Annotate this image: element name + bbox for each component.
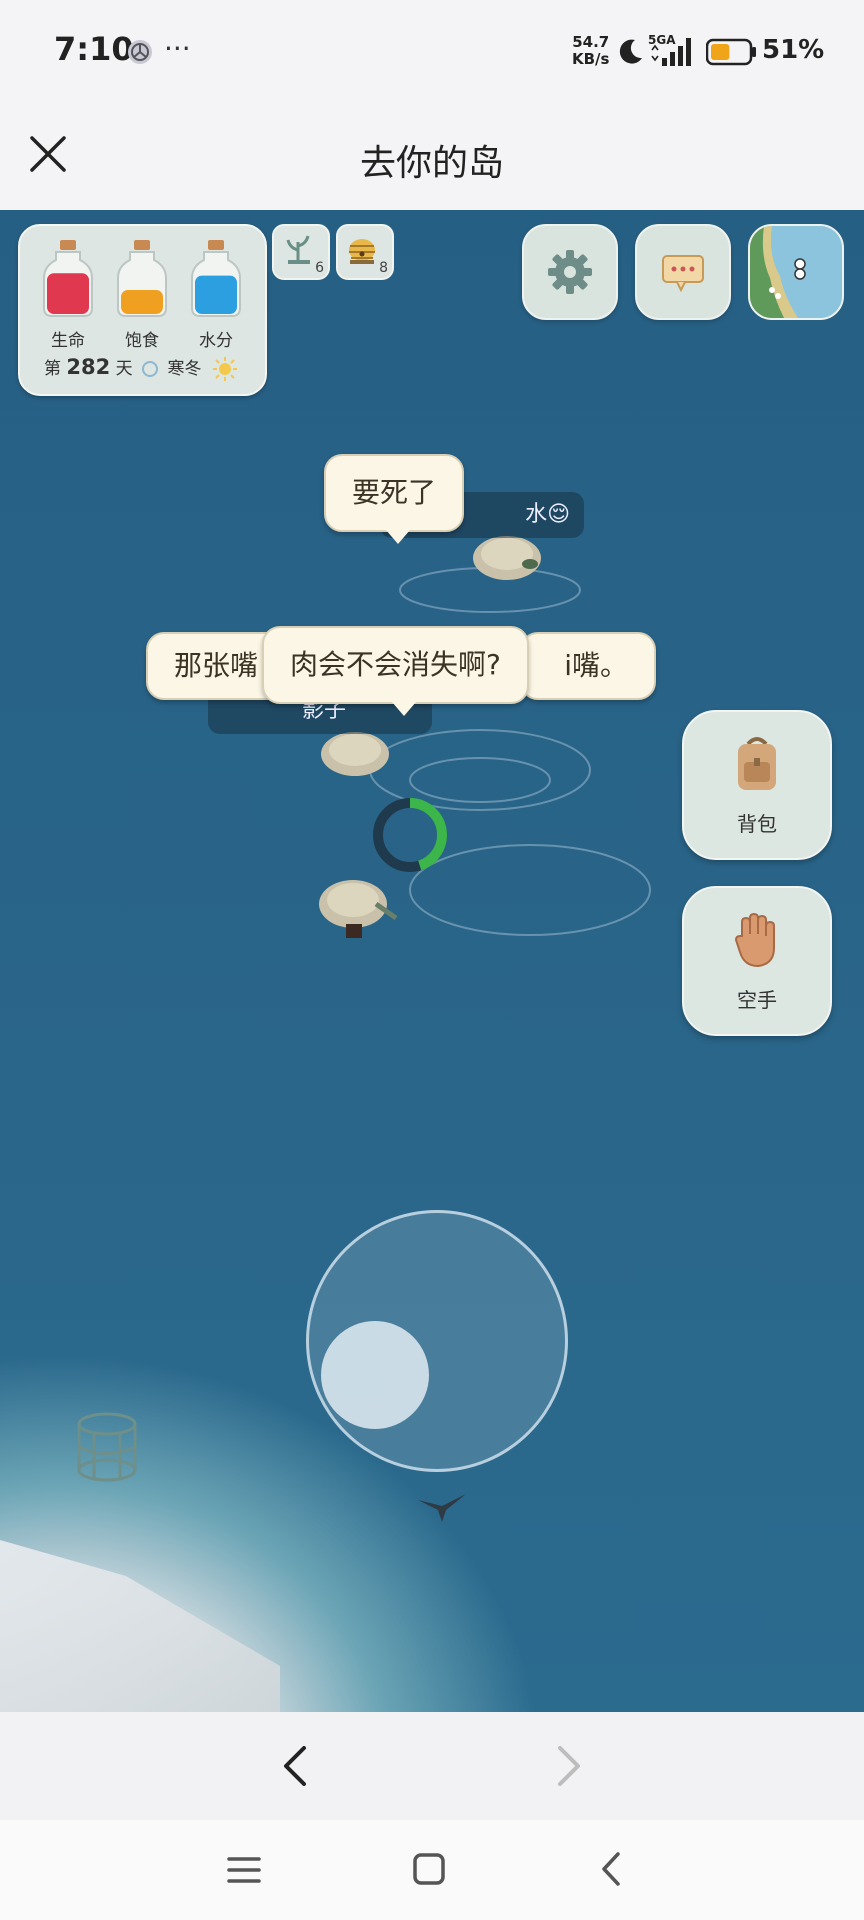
empty-hand-button[interactable]: 空手 (682, 886, 832, 1036)
season-dot-icon (142, 361, 159, 377)
net-speed: 54.7 KB/s (572, 33, 610, 68)
empty-hand-label: 空手 (737, 988, 777, 1012)
minimap-button[interactable] (748, 224, 844, 320)
joystick-knob[interactable] (321, 1321, 429, 1429)
sprout-badge[interactable]: 6 (272, 224, 330, 280)
action-progress-ring (373, 798, 447, 872)
home-icon[interactable] (412, 1852, 446, 1886)
moon-icon (619, 39, 642, 64)
back-arrow-icon[interactable] (278, 1744, 314, 1788)
battery-percent: 51% (762, 35, 825, 65)
beehive-badge[interactable]: 8 (336, 224, 394, 280)
speech-bubble-right: i嘴。 (520, 632, 656, 700)
svg-text:5GA: 5GA (648, 33, 676, 47)
bird-icon (418, 1494, 466, 1522)
snowy-shore (0, 1540, 280, 1712)
day-counter: 第 282 天 寒冬 (44, 354, 237, 381)
speech-bubble-top: 要死了 (324, 454, 465, 532)
status-bar: 7:10 ··· 54.7 KB/s 5GA 51% (0, 0, 864, 104)
hunger-label: 饱食 (125, 331, 159, 351)
minimap-icon (750, 226, 842, 318)
stats-panel: 生命 饱食 水分 第 282 天 寒冬 (18, 224, 267, 396)
backpack-icon (738, 737, 776, 790)
title-bar: 去你的岛 (0, 104, 864, 210)
water-bottle-icon (191, 240, 241, 317)
movement-joystick[interactable] (306, 1210, 568, 1472)
health-label: 生命 (51, 331, 85, 351)
forward-arrow-icon[interactable] (550, 1744, 586, 1788)
chat-icon (662, 255, 704, 293)
gear-icon (548, 250, 592, 294)
signal-icon: 5GA (648, 33, 691, 66)
battery-icon (706, 38, 756, 66)
sprout-count: 6 (315, 260, 324, 276)
more-notifications-icon: ··· (164, 32, 191, 65)
status-time: 7:10 (54, 30, 134, 68)
speech-bubble-center: 肉会不会消失啊? (262, 626, 529, 704)
player-self[interactable] (316, 874, 398, 938)
backpack-button[interactable]: 背包 (682, 710, 832, 860)
app-notification-icon (128, 40, 152, 64)
day-number: 282 (66, 355, 111, 379)
health-bottle-icon (43, 240, 93, 317)
hand-icon (734, 912, 775, 968)
speech-bubble-center-tail (392, 702, 416, 716)
hunger-bottle-icon (117, 240, 167, 317)
backpack-label: 背包 (737, 812, 777, 836)
speech-bubble-top-tail (386, 530, 410, 544)
chat-button[interactable] (635, 224, 731, 320)
beehive-count: 8 (379, 260, 388, 276)
fish-trap-icon[interactable] (74, 1410, 140, 1484)
system-back-icon[interactable] (596, 1850, 626, 1888)
settings-button[interactable] (522, 224, 618, 320)
season-label: 寒冬 (167, 359, 202, 379)
menu-icon[interactable] (226, 1854, 262, 1886)
browser-nav-bar (0, 1712, 864, 1820)
page-title: 去你的岛 (359, 143, 504, 184)
system-nav-bar (0, 1820, 864, 1920)
game-canvas[interactable]: 生命 饱食 水分 第 282 天 寒冬 6 8 水😌 影子 那张嘴 i嘴。 肉会… (0, 210, 864, 1712)
sun-icon (212, 357, 237, 381)
water-label: 水分 (199, 331, 233, 351)
